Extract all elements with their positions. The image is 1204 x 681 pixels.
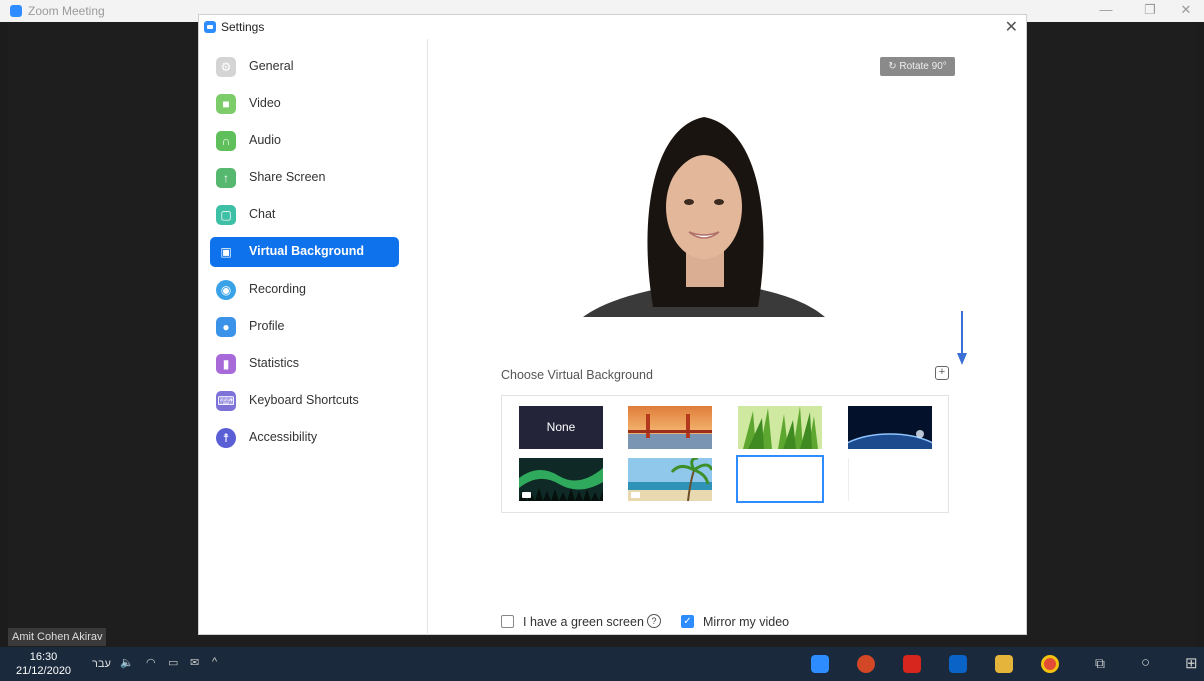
background-earth-space[interactable]	[848, 406, 932, 449]
chrome-app-icon[interactable]	[1041, 655, 1059, 673]
sidebar-item-recording[interactable]: ◉ Recording	[210, 275, 399, 305]
profile-icon: ●	[216, 317, 236, 337]
zoom-window-title: Zoom Meeting	[28, 4, 105, 18]
background-grass[interactable]	[738, 406, 822, 449]
background-aurora[interactable]	[519, 458, 603, 501]
taskbar: 16:30 21/12/2020 עבר 🔈 ◠ ▭ ✉ ^ ⧉ ○ ⊞	[0, 647, 1204, 681]
record-icon: ◉	[216, 280, 236, 300]
sidebar-item-video[interactable]: ■ Video	[210, 89, 399, 119]
powerpoint-app-icon[interactable]	[857, 655, 875, 673]
volume-icon[interactable]: 🔈	[120, 656, 134, 669]
sidebar-item-label: Chat	[249, 207, 276, 221]
sidebar-item-chat[interactable]: ▢ Chat	[210, 200, 399, 230]
zoom-logo-icon	[204, 21, 216, 33]
sidebar-item-label: Audio	[249, 133, 281, 147]
accessibility-icon: ☨	[216, 428, 236, 448]
participant-name-tag: Amit Cohen Akirav	[8, 628, 107, 646]
sidebar-item-virtual-background[interactable]: ▣ Virtual Background	[210, 237, 399, 267]
settings-title: Settings	[221, 20, 265, 34]
background-beach[interactable]	[628, 458, 712, 501]
keyboard-icon: ⌨	[216, 391, 236, 411]
background-none[interactable]: None	[519, 406, 603, 449]
help-icon[interactable]: ?	[647, 614, 661, 628]
rotate-button[interactable]: ↻ Rotate 90°	[880, 57, 955, 76]
bar-chart-icon: ▮	[216, 354, 236, 374]
windows-start-icon[interactable]: ⊞	[1185, 654, 1198, 672]
choose-background-label: Choose Virtual Background	[501, 368, 653, 382]
restore-icon[interactable]: ❐	[1140, 2, 1160, 18]
virtual-background-panel: ↻ Rotate 90° Choose Virtual Background +…	[428, 39, 1026, 635]
rotate-button-label: Rotate 90°	[899, 61, 947, 72]
background-gallery: None	[501, 395, 949, 513]
green-screen-checkbox[interactable]	[501, 615, 514, 628]
search-circle-icon[interactable]: ○	[1141, 654, 1150, 671]
zoom-logo-icon	[10, 5, 22, 17]
taskbar-time: 16:30	[29, 651, 58, 663]
sidebar-item-statistics[interactable]: ▮ Statistics	[210, 349, 399, 379]
background-golden-gate[interactable]	[628, 406, 712, 449]
mirror-video-label: Mirror my video	[703, 615, 790, 629]
headphones-icon: ∩	[216, 131, 236, 151]
file-explorer-icon[interactable]	[995, 655, 1013, 673]
green-screen-label: I have a green screen	[523, 615, 644, 629]
share-screen-icon: ↑	[216, 168, 236, 188]
gear-icon: ⚙	[216, 57, 236, 77]
annotation-arrow-icon	[957, 311, 967, 365]
video-badge-icon	[522, 492, 531, 498]
outlook-app-icon[interactable]	[949, 655, 967, 673]
background-selected-blank[interactable]	[736, 455, 824, 503]
language-indicator[interactable]: עבר	[92, 658, 111, 670]
sidebar-item-keyboard-shortcuts[interactable]: ⌨ Keyboard Shortcuts	[210, 386, 399, 416]
minimize-icon[interactable]: —	[1096, 2, 1116, 17]
window-close-icon[interactable]: ✕	[1176, 2, 1196, 18]
taskbar-date: 21/12/2020	[16, 665, 72, 677]
close-icon[interactable]: ✕	[1005, 17, 1018, 37]
wifi-icon[interactable]: ◠	[146, 656, 156, 669]
video-badge-icon	[631, 492, 640, 498]
sidebar-item-accessibility[interactable]: ☨ Accessibility	[210, 423, 399, 453]
settings-titlebar: Settings ✕	[199, 15, 1026, 39]
sidebar-item-label: General	[249, 59, 294, 73]
add-background-button[interactable]: +	[935, 366, 949, 380]
chat-icon: ▢	[216, 205, 236, 225]
task-view-icon[interactable]: ⧉	[1095, 655, 1105, 672]
sidebar-item-label: Recording	[249, 282, 306, 296]
mail-icon[interactable]: ✉	[190, 656, 199, 669]
sidebar-item-label: Accessibility	[249, 430, 318, 444]
sidebar-item-share-screen[interactable]: ↑ Share Screen	[210, 163, 399, 193]
camera-preview	[583, 97, 825, 317]
zoom-app-icon[interactable]	[811, 655, 829, 673]
sidebar-item-label: Video	[249, 96, 281, 110]
battery-icon[interactable]: ▭	[168, 656, 178, 669]
sidebar-item-label: Share Screen	[249, 170, 326, 184]
video-icon: ■	[216, 94, 236, 114]
sidebar-item-label: Keyboard Shortcuts	[249, 393, 359, 407]
person-card-icon: ▣	[220, 245, 232, 259]
sidebar-item-audio[interactable]: ∩ Audio	[210, 126, 399, 156]
background-empty-slot	[848, 458, 933, 501]
rotate-icon: ↻	[888, 61, 900, 72]
sidebar-item-label: Profile	[249, 319, 285, 333]
sidebar-item-general[interactable]: ⚙ General	[210, 52, 399, 82]
sidebar-item-label: Virtual Background	[249, 244, 365, 258]
mirror-video-checkbox[interactable]: ✓	[681, 615, 694, 628]
chevron-up-icon[interactable]: ^	[212, 656, 217, 668]
sidebar-item-label: Statistics	[249, 356, 300, 370]
settings-dialog: Settings ✕ ⚙ General ■ Video ∩ Audio ↑ S…	[198, 14, 1027, 635]
acrobat-app-icon[interactable]	[903, 655, 921, 673]
taskbar-clock[interactable]: 16:30 21/12/2020	[16, 650, 71, 678]
settings-sidebar: ⚙ General ■ Video ∩ Audio ↑ Share Screen…	[199, 39, 428, 635]
sidebar-item-profile[interactable]: ● Profile	[210, 312, 399, 342]
